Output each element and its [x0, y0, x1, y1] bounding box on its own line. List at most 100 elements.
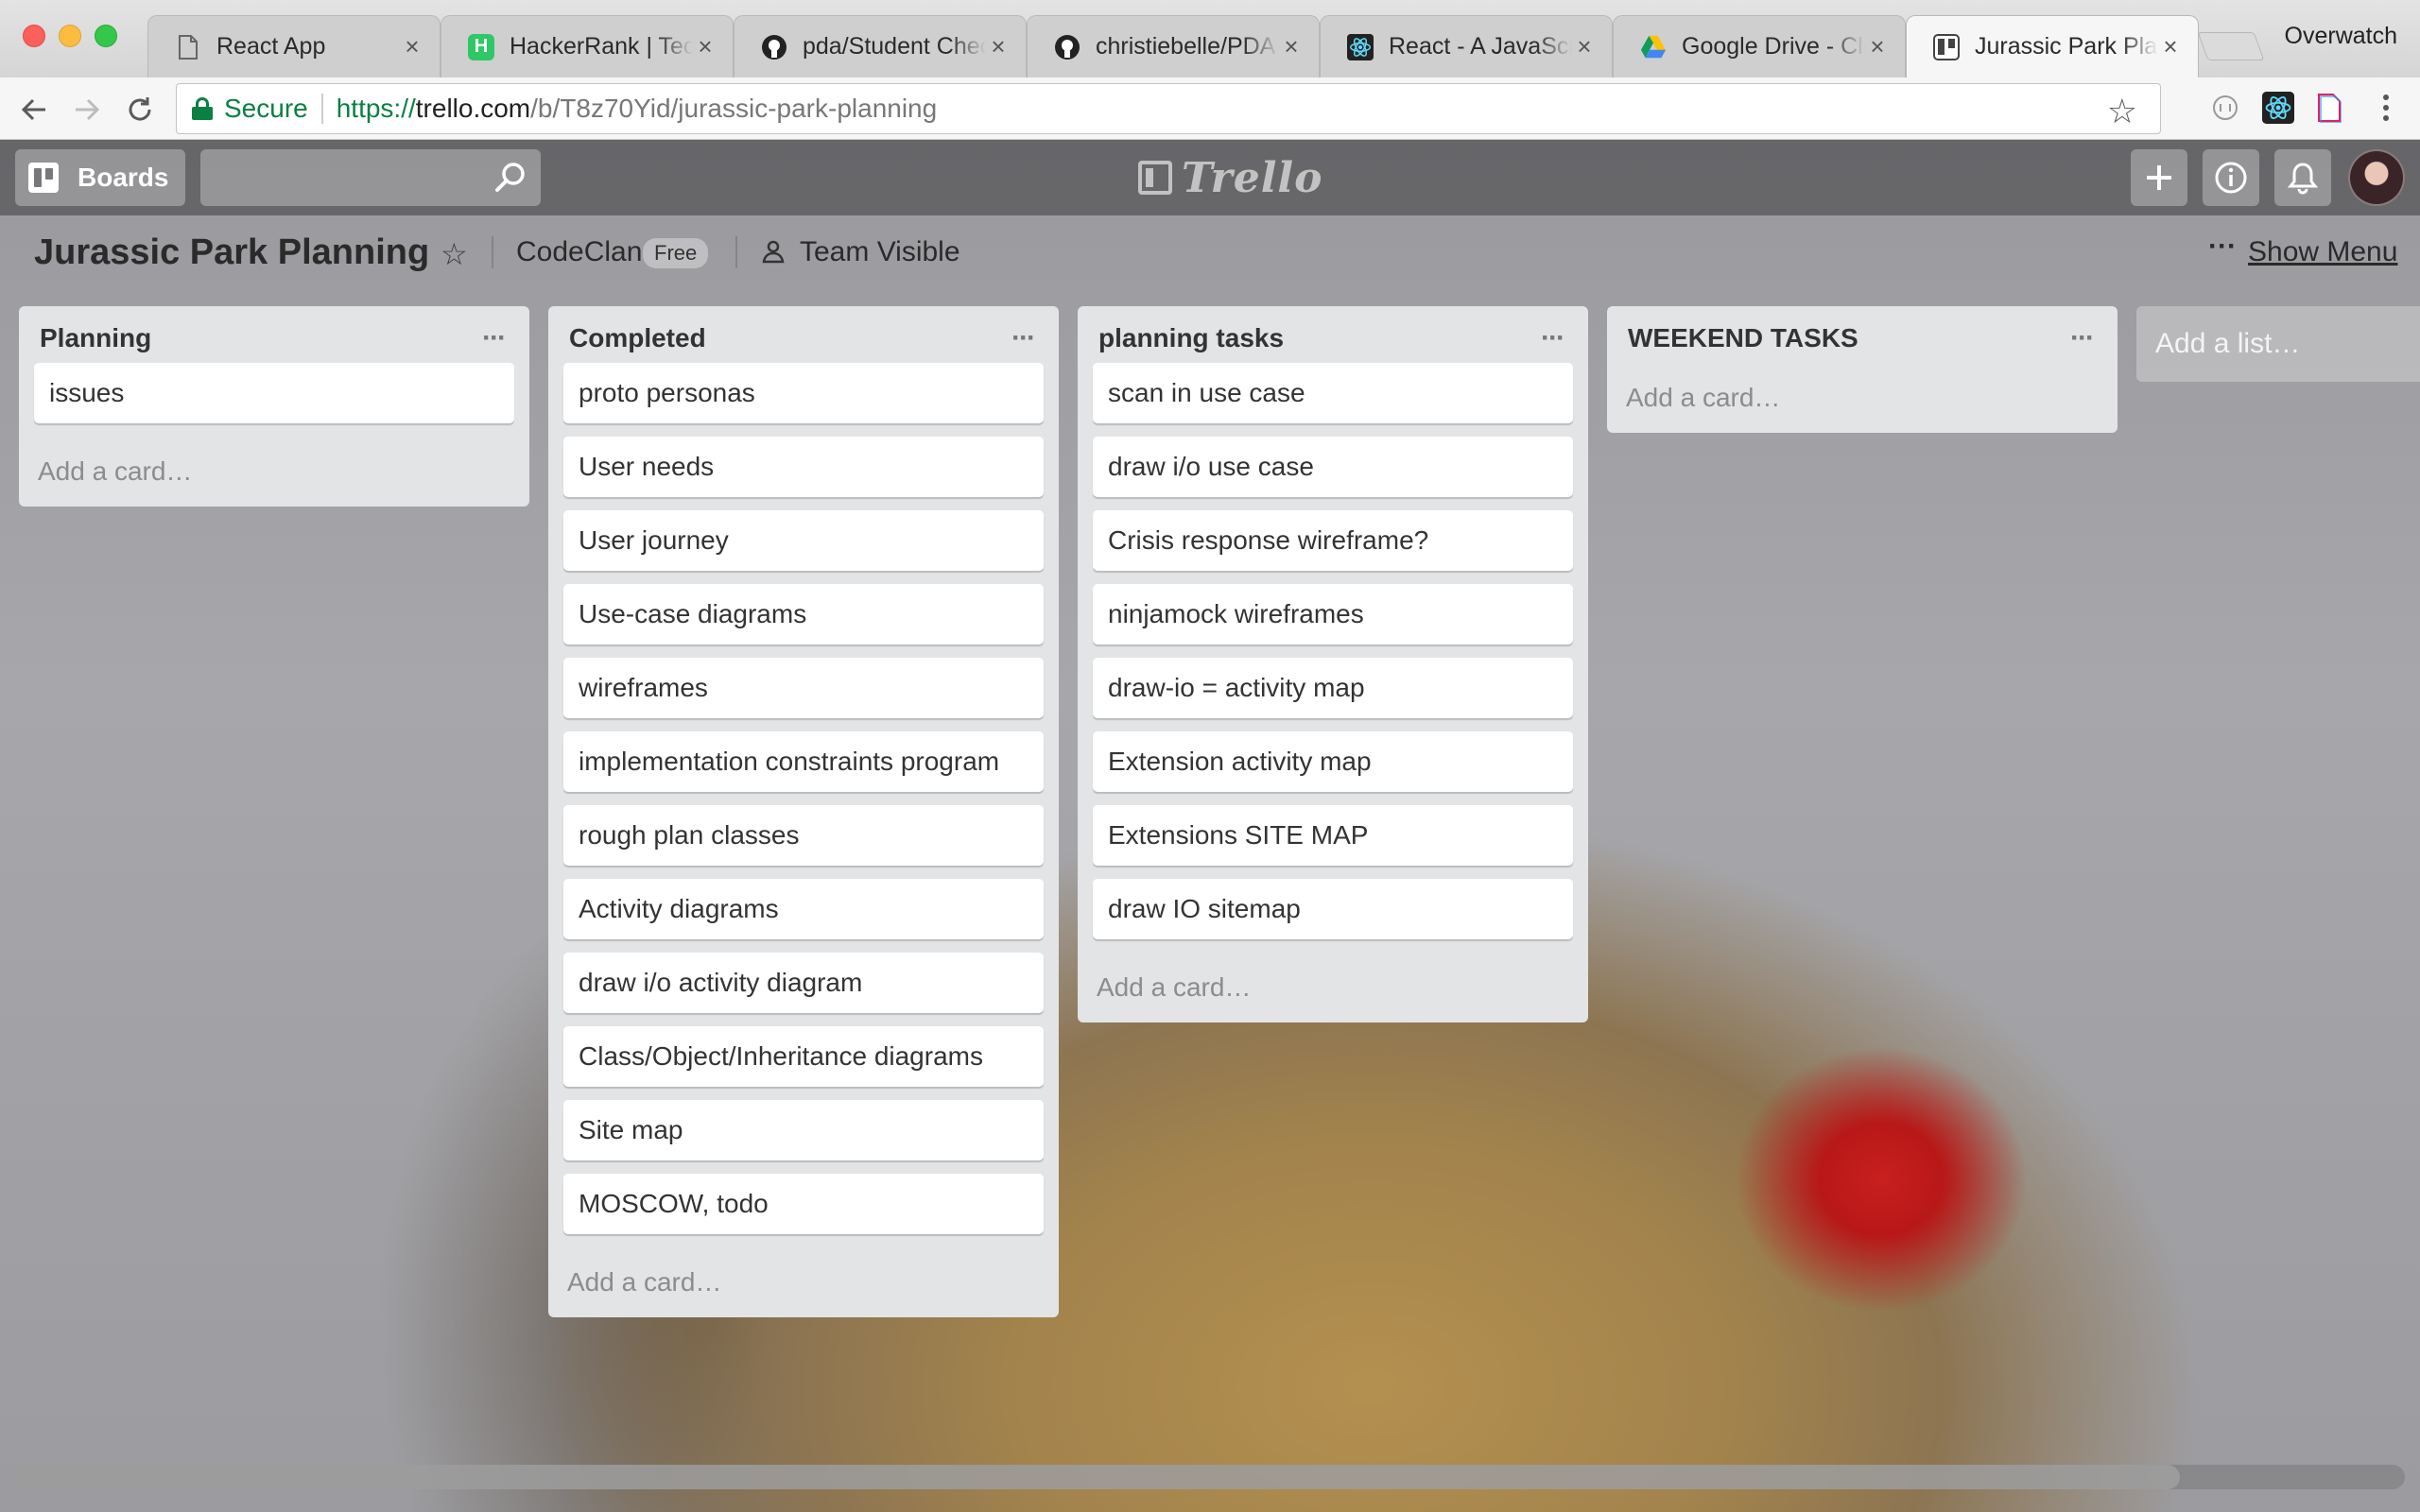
- avatar[interactable]: [2348, 149, 2405, 206]
- org-name[interactable]: CodeClan: [516, 236, 642, 268]
- show-menu-link[interactable]: Show Menu: [2248, 236, 2397, 268]
- forward-button[interactable]: [66, 89, 108, 130]
- boards-button[interactable]: Boards: [15, 149, 185, 206]
- browser-toolbar: Secure https://trello.com/b/T8z70Yid/jur…: [0, 77, 2420, 140]
- more-horizontal-icon[interactable]: ···: [2070, 322, 2102, 354]
- reload-icon: [129, 97, 151, 121]
- team-icon: [762, 240, 785, 264]
- browser-profile-name[interactable]: Overwatch: [2285, 23, 2397, 50]
- list-title[interactable]: planning tasks: [1098, 323, 1541, 353]
- more-horizontal-icon[interactable]: ···: [482, 322, 514, 354]
- card[interactable]: Extension activity map: [1093, 731, 1573, 792]
- browser-tab[interactable]: Google Drive - Cloud ×: [1613, 15, 1906, 77]
- more-horizontal-icon[interactable]: ···: [2208, 231, 2237, 263]
- divider: [492, 236, 493, 268]
- arrow-right-icon: [76, 98, 100, 121]
- minimize-window-button[interactable]: [59, 25, 81, 47]
- reload-button[interactable]: [119, 89, 161, 130]
- extension-circle-icon[interactable]: [2208, 91, 2242, 125]
- card[interactable]: Site map: [563, 1100, 1044, 1160]
- tab-title: Jurassic Park Plan: [1975, 33, 2158, 60]
- visibility-button[interactable]: Team Visible: [800, 236, 960, 268]
- scrollbar-thumb[interactable]: [15, 1465, 2180, 1489]
- divider: [320, 94, 323, 124]
- github-icon: [1054, 34, 1080, 60]
- close-icon[interactable]: ×: [1865, 32, 1890, 61]
- browser-tab[interactable]: H HackerRank | Tech ×: [441, 15, 734, 77]
- arrow-left-icon: [21, 98, 45, 121]
- browser-tab-active[interactable]: Jurassic Park Plan ×: [1906, 15, 2199, 77]
- zoom-window-button[interactable]: [95, 25, 117, 47]
- list-header[interactable]: WEEKEND TASKS ···: [1622, 314, 2102, 363]
- more-horizontal-icon[interactable]: ···: [1541, 322, 1573, 354]
- hackerrank-icon: H: [468, 33, 494, 60]
- more-vert-icon[interactable]: [2369, 91, 2403, 125]
- card[interactable]: Extensions SITE MAP: [1093, 805, 1573, 866]
- bookmark-star-icon[interactable]: ☆: [2107, 92, 2137, 131]
- card[interactable]: User journey: [563, 510, 1044, 571]
- browser-titlebar: React App × H HackerRank | Tech × pda/St…: [0, 0, 2420, 77]
- back-button[interactable]: [13, 89, 55, 130]
- list-header[interactable]: planning tasks ···: [1093, 314, 1573, 363]
- add-list-button[interactable]: Add a list…: [2136, 306, 2420, 382]
- close-icon[interactable]: ×: [1572, 32, 1597, 61]
- browser-tab[interactable]: React App ×: [147, 15, 441, 77]
- search-input[interactable]: [200, 149, 541, 206]
- close-icon[interactable]: ×: [400, 32, 424, 61]
- card[interactable]: proto personas: [563, 363, 1044, 423]
- list-title[interactable]: Planning: [40, 323, 482, 353]
- add-card-button[interactable]: Add a card…: [1093, 953, 1573, 1022]
- card[interactable]: Activity diagrams: [563, 879, 1044, 939]
- info-button[interactable]: [2203, 149, 2259, 206]
- card[interactable]: wireframes: [563, 658, 1044, 718]
- browser-tab[interactable]: pda/Student Check ×: [734, 15, 1027, 77]
- list: planning tasks ··· scan in use case draw i/…: [1078, 306, 1588, 1022]
- card[interactable]: draw i/o activity diagram: [563, 953, 1044, 1013]
- card[interactable]: Class/Object/Inheritance diagrams: [563, 1026, 1044, 1087]
- more-horizontal-icon[interactable]: ···: [1011, 322, 1044, 354]
- add-card-button[interactable]: Add a card…: [34, 437, 514, 507]
- color-page-extension-icon[interactable]: [2312, 91, 2346, 125]
- list-header[interactable]: Completed ···: [563, 314, 1044, 363]
- notifications-button[interactable]: [2274, 149, 2331, 206]
- close-icon[interactable]: ×: [1279, 32, 1304, 61]
- search-icon[interactable]: [493, 161, 527, 195]
- card[interactable]: Use-case diagrams: [563, 584, 1044, 644]
- board-title[interactable]: Jurassic Park Planning: [34, 232, 429, 273]
- card[interactable]: issues: [34, 363, 514, 423]
- card[interactable]: MOSCOW, todo: [563, 1174, 1044, 1234]
- list-title[interactable]: WEEKEND TASKS: [1628, 323, 2070, 353]
- tab-title: React - A JavaScript: [1389, 33, 1572, 60]
- close-icon[interactable]: ×: [986, 32, 1011, 61]
- browser-tab[interactable]: christiebelle/PDA ×: [1027, 15, 1320, 77]
- add-card-button[interactable]: Add a card…: [563, 1247, 1044, 1317]
- close-icon[interactable]: ×: [693, 32, 717, 61]
- trello-logo-text: Trello: [1182, 153, 1323, 202]
- document-icon: [175, 34, 201, 60]
- card[interactable]: rough plan classes: [563, 805, 1044, 866]
- address-bar[interactable]: Secure https://trello.com/b/T8z70Yid/jur…: [176, 83, 2161, 134]
- trello-logo[interactable]: Trello: [1138, 153, 1323, 202]
- card[interactable]: draw-io = activity map: [1093, 658, 1573, 718]
- list-title[interactable]: Completed: [569, 323, 1011, 353]
- card[interactable]: scan in use case: [1093, 363, 1573, 423]
- close-window-button[interactable]: [23, 25, 45, 47]
- add-card-button[interactable]: Add a card…: [1622, 363, 2102, 433]
- card[interactable]: User needs: [563, 437, 1044, 497]
- close-icon[interactable]: ×: [2158, 32, 2183, 61]
- list-header[interactable]: Planning ···: [34, 314, 514, 363]
- react-icon: [1347, 33, 1374, 60]
- new-tab-button[interactable]: [2197, 32, 2265, 60]
- react-devtools-icon[interactable]: [2261, 91, 2295, 125]
- card[interactable]: draw i/o use case: [1093, 437, 1573, 497]
- tab-title: pda/Student Check: [803, 33, 986, 60]
- browser-tab[interactable]: React - A JavaScript ×: [1320, 15, 1613, 77]
- card[interactable]: Crisis response wireframe?: [1093, 510, 1573, 571]
- horizontal-scrollbar[interactable]: [15, 1465, 2405, 1489]
- star-icon[interactable]: ☆: [441, 236, 468, 272]
- card[interactable]: implementation constraints program: [563, 731, 1044, 792]
- add-button[interactable]: [2131, 149, 2187, 206]
- trello-header: Boards Trello: [0, 140, 2420, 215]
- card[interactable]: draw IO sitemap: [1093, 879, 1573, 939]
- card[interactable]: ninjamock wireframes: [1093, 584, 1573, 644]
